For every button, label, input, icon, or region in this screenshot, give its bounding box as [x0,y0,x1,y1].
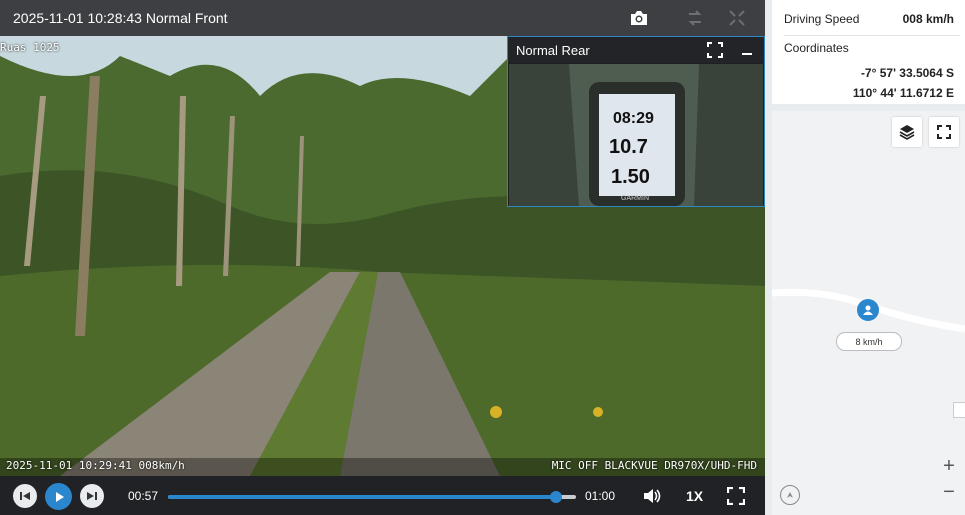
speed-label: Driving Speed [784,12,860,26]
zoom-in-button[interactable]: + [937,453,961,479]
rear-camera-view: 08:29 10.7 1.50 GARMIN [509,64,763,206]
swap-view-icon[interactable] [684,8,706,28]
vehicle-location-icon[interactable] [857,299,879,321]
progress-handle[interactable] [549,491,562,503]
clip-label: Ruas 1025 [0,41,60,54]
zoom-out-button[interactable]: − [937,479,961,505]
rear-camera-pip[interactable]: Normal Rear 08:29 10.7 1.50 GARMIN [507,36,765,207]
prev-icon[interactable] [13,484,37,508]
volume-icon[interactable] [641,485,663,507]
progress-slider[interactable] [168,491,576,503]
gps-brand: GARMIN [621,195,649,202]
progress-fill [168,495,556,499]
layers-icon[interactable] [892,117,922,147]
device-overlay: MIC OFF BLACKVUE DR970X/UHD-FHD [551,459,757,472]
pip-title: Normal Rear [516,43,590,58]
compass-icon[interactable] [780,485,800,505]
current-time: 00:57 [128,489,159,503]
speed-row: Driving Speed 008 km/h [784,12,954,32]
expand-arrows-icon[interactable] [726,8,748,28]
gps-time: 08:29 [613,110,654,127]
side-panel: Driving Speed 008 km/h Coordinates -7° 5… [765,0,965,515]
pip-header: Normal Rear [508,37,764,63]
video-player: 2025-11-01 10:28:43 Normal Front Ruas 10… [0,0,765,515]
pip-minimize-icon[interactable] [738,41,756,59]
latitude-value: -7° 57' 33.5064 S [860,66,954,80]
drive-info-card: Driving Speed 008 km/h Coordinates -7° 5… [772,0,965,104]
video-title: 2025-11-01 10:28:43 Normal Front [13,10,228,26]
coordinates-label: Coordinates [784,41,849,55]
map-speed-tag: 8 km/h [836,332,902,351]
speed-value: 008 km/h [902,12,954,26]
timestamp-overlay: 2025-11-01 10:29:41 008km/h [6,459,185,472]
play-icon[interactable] [45,483,72,510]
fullscreen-icon[interactable] [726,486,746,506]
total-time: 01:00 [585,489,616,503]
map-edge-handle[interactable] [953,402,965,418]
player-topbar: 2025-11-01 10:28:43 Normal Front [0,0,765,36]
playback-controls: 00:57 01:00 1X [0,476,765,515]
next-icon[interactable] [80,484,104,508]
gps-distance: 1.50 [611,166,650,188]
playback-rate[interactable]: 1X [686,488,703,504]
map-view[interactable]: 8 km/h + − [772,111,965,515]
map-fullscreen-icon[interactable] [929,117,959,147]
snapshot-icon[interactable] [628,8,650,28]
pip-expand-icon[interactable] [706,41,724,59]
longitude-value: 110° 44' 11.6712 E [852,86,954,100]
divider [784,35,960,36]
gps-speed: 10.7 [609,136,648,158]
